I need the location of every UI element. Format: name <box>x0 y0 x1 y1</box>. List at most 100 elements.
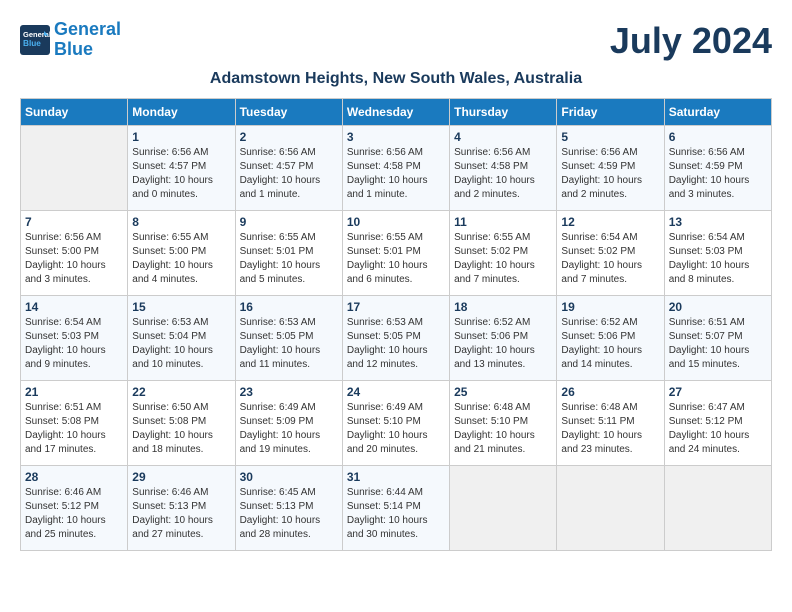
day-number: 4 <box>454 130 552 144</box>
day-info: Sunrise: 6:56 AMSunset: 4:57 PMDaylight:… <box>240 146 338 202</box>
day-number: 26 <box>561 385 659 399</box>
calendar-cell <box>21 126 128 211</box>
day-number: 6 <box>669 130 767 144</box>
calendar-cell: 16 Sunrise: 6:53 AMSunset: 5:05 PMDayligh… <box>235 296 342 381</box>
day-info: Sunrise: 6:56 AMSunset: 4:58 PMDaylight:… <box>347 146 445 202</box>
day-number: 7 <box>25 215 123 229</box>
calendar-header: SundayMondayTuesdayWednesdayThursdayFrid… <box>21 99 772 126</box>
day-info: Sunrise: 6:54 AMSunset: 5:03 PMDaylight:… <box>25 316 123 372</box>
calendar-cell: 8Sunrise: 6:55 AMSunset: 5:00 PMDaylight… <box>128 211 235 296</box>
calendar-cell: 4 Sunrise: 6:56 AMSunset: 4:58 PMDaylight… <box>450 126 557 211</box>
day-header-thursday: Thursday <box>450 99 557 126</box>
logo-icon: General Blue <box>20 25 50 55</box>
month-title: July 2024 <box>610 20 772 62</box>
day-info: Sunrise: 6:45 AMSunset: 5:13 PMDaylight:… <box>240 486 338 542</box>
day-header-row: SundayMondayTuesdayWednesdayThursdayFrid… <box>21 99 772 126</box>
day-number: 31 <box>347 470 445 484</box>
week-row-2: 7Sunrise: 6:56 AMSunset: 5:00 PMDaylight… <box>21 211 772 296</box>
day-number: 10 <box>347 215 445 229</box>
calendar-cell: 18 Sunrise: 6:52 AMSunset: 5:06 PMDayligh… <box>450 296 557 381</box>
page-header: General Blue General Blue July 2024 <box>20 20 772 62</box>
logo-line1: General <box>54 19 121 39</box>
calendar-cell: 1Sunrise: 6:56 AMSunset: 4:57 PMDaylight… <box>128 126 235 211</box>
week-row-5: 28 Sunrise: 6:46 AMSunset: 5:12 PMDayligh… <box>21 466 772 551</box>
day-info: Sunrise: 6:49 AMSunset: 5:10 PMDaylight:… <box>347 401 445 457</box>
day-number: 18 <box>454 300 552 314</box>
day-number: 3 <box>347 130 445 144</box>
calendar-subtitle: Adamstown Heights, New South Wales, Aust… <box>20 70 772 88</box>
calendar-cell: 5Sunrise: 6:56 AMSunset: 4:59 PMDaylight… <box>557 126 664 211</box>
day-info: Sunrise: 6:55 AMSunset: 5:01 PMDaylight:… <box>347 231 445 287</box>
day-number: 2 <box>240 130 338 144</box>
calendar-cell: 17Sunrise: 6:53 AMSunset: 5:05 PMDayligh… <box>342 296 449 381</box>
day-number: 30 <box>240 470 338 484</box>
calendar-cell: 20 Sunrise: 6:51 AMSunset: 5:07 PMDayligh… <box>664 296 771 381</box>
day-header-wednesday: Wednesday <box>342 99 449 126</box>
calendar-cell: 25 Sunrise: 6:48 AMSunset: 5:10 PMDayligh… <box>450 381 557 466</box>
calendar-cell: 31Sunrise: 6:44 AMSunset: 5:14 PMDayligh… <box>342 466 449 551</box>
day-info: Sunrise: 6:56 AMSunset: 4:58 PMDaylight:… <box>454 146 552 202</box>
day-number: 27 <box>669 385 767 399</box>
day-info: Sunrise: 6:56 AMSunset: 4:59 PMDaylight:… <box>669 146 767 202</box>
day-header-friday: Friday <box>557 99 664 126</box>
day-info: Sunrise: 6:52 AMSunset: 5:06 PMDaylight:… <box>561 316 659 372</box>
day-info: Sunrise: 6:54 AMSunset: 5:02 PMDaylight:… <box>561 231 659 287</box>
calendar-cell: 6 Sunrise: 6:56 AMSunset: 4:59 PMDaylight… <box>664 126 771 211</box>
day-number: 21 <box>25 385 123 399</box>
day-number: 28 <box>25 470 123 484</box>
calendar-cell: 23Sunrise: 6:49 AMSunset: 5:09 PMDayligh… <box>235 381 342 466</box>
week-row-1: 1 Sunrise: 6:56 AMSunset: 4:57 PMDaylight… <box>21 126 772 211</box>
logo-text: General Blue <box>54 20 121 60</box>
day-number: 25 <box>454 385 552 399</box>
day-number: 23 <box>240 385 338 399</box>
calendar-cell: 3 Sunrise: 6:56 AMSunset: 4:58 PMDaylight… <box>342 126 449 211</box>
day-number: 5 <box>561 130 659 144</box>
day-info: Sunrise: 6:46 AMSunset: 5:12 PMDaylight:… <box>25 486 123 542</box>
day-header-monday: Monday <box>128 99 235 126</box>
day-number: 20 <box>669 300 767 314</box>
day-info: Sunrise: 6:46 AMSunset: 5:13 PMDaylight:… <box>132 486 230 542</box>
logo: General Blue General Blue <box>20 20 121 60</box>
week-row-4: 21Sunrise: 6:51 AMSunset: 5:08 PMDayligh… <box>21 381 772 466</box>
calendar-table: SundayMondayTuesdayWednesdayThursdayFrid… <box>20 98 772 551</box>
calendar-cell: 29Sunrise: 6:46 AMSunset: 5:13 PMDayligh… <box>128 466 235 551</box>
calendar-cell: 24Sunrise: 6:49 AMSunset: 5:10 PMDayligh… <box>342 381 449 466</box>
calendar-cell: 22 Sunrise: 6:50 AMSunset: 5:08 PMDayligh… <box>128 381 235 466</box>
day-number: 22 <box>132 385 230 399</box>
day-number: 1 <box>132 130 230 144</box>
day-info: Sunrise: 6:48 AMSunset: 5:11 PMDaylight:… <box>561 401 659 457</box>
day-number: 9 <box>240 215 338 229</box>
day-info: Sunrise: 6:55 AMSunset: 5:01 PMDaylight:… <box>240 231 338 287</box>
day-info: Sunrise: 6:50 AMSunset: 5:08 PMDaylight:… <box>132 401 230 457</box>
day-info: Sunrise: 6:53 AMSunset: 5:05 PMDaylight:… <box>240 316 338 372</box>
day-number: 11 <box>454 215 552 229</box>
calendar-cell: 13Sunrise: 6:54 AMSunset: 5:03 PMDayligh… <box>664 211 771 296</box>
week-row-3: 14 Sunrise: 6:54 AMSunset: 5:03 PMDayligh… <box>21 296 772 381</box>
calendar-cell: 14 Sunrise: 6:54 AMSunset: 5:03 PMDayligh… <box>21 296 128 381</box>
day-number: 14 <box>25 300 123 314</box>
day-header-sunday: Sunday <box>21 99 128 126</box>
day-number: 16 <box>240 300 338 314</box>
calendar-cell: 7Sunrise: 6:56 AMSunset: 5:00 PMDaylight… <box>21 211 128 296</box>
day-info: Sunrise: 6:52 AMSunset: 5:06 PMDaylight:… <box>454 316 552 372</box>
calendar-cell <box>557 466 664 551</box>
calendar-cell: 19Sunrise: 6:52 AMSunset: 5:06 PMDayligh… <box>557 296 664 381</box>
calendar-cell: 2 Sunrise: 6:56 AMSunset: 4:57 PMDaylight… <box>235 126 342 211</box>
calendar-cell: 26 Sunrise: 6:48 AMSunset: 5:11 PMDayligh… <box>557 381 664 466</box>
calendar-cell <box>450 466 557 551</box>
calendar-cell: 12Sunrise: 6:54 AMSunset: 5:02 PMDayligh… <box>557 211 664 296</box>
day-info: Sunrise: 6:55 AMSunset: 5:02 PMDaylight:… <box>454 231 552 287</box>
day-number: 17 <box>347 300 445 314</box>
day-header-tuesday: Tuesday <box>235 99 342 126</box>
calendar-cell <box>664 466 771 551</box>
calendar-cell: 10 Sunrise: 6:55 AMSunset: 5:01 PMDayligh… <box>342 211 449 296</box>
calendar-cell: 27Sunrise: 6:47 AMSunset: 5:12 PMDayligh… <box>664 381 771 466</box>
calendar-cell: 11 Sunrise: 6:55 AMSunset: 5:02 PMDayligh… <box>450 211 557 296</box>
calendar-cell: 9 Sunrise: 6:55 AMSunset: 5:01 PMDaylight… <box>235 211 342 296</box>
day-info: Sunrise: 6:51 AMSunset: 5:07 PMDaylight:… <box>669 316 767 372</box>
day-header-saturday: Saturday <box>664 99 771 126</box>
day-info: Sunrise: 6:48 AMSunset: 5:10 PMDaylight:… <box>454 401 552 457</box>
day-number: 15 <box>132 300 230 314</box>
day-info: Sunrise: 6:55 AMSunset: 5:00 PMDaylight:… <box>132 231 230 287</box>
calendar-cell: 30 Sunrise: 6:45 AMSunset: 5:13 PMDayligh… <box>235 466 342 551</box>
